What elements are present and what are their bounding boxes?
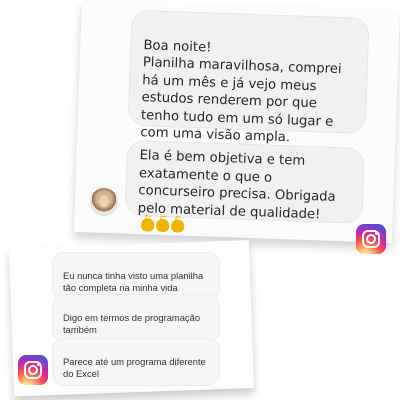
clapping-hands-emoji — [139, 217, 185, 236]
message-text: Digo em termos de programação também — [63, 312, 201, 335]
message-bubble: Ela é bem objetiva e tem exatamente o qu… — [124, 139, 366, 233]
message-bubble: Digo em termos de programação também — [52, 294, 220, 342]
message-text: Parece até um programa diferente do Exce… — [63, 356, 206, 379]
screenshot-card-top: Boa noite! Planilha maravilhosa, comprei… — [73, 0, 400, 243]
message-text: Ela é bem objetiva e tem exatamente o qu… — [137, 148, 336, 222]
message-text: Boa noite! Planilha maravilhosa, comprei… — [140, 37, 342, 146]
avatar — [90, 188, 118, 216]
message-text: Eu nunca tinha visto uma planilha tão co… — [63, 270, 204, 293]
message-bubble: Parece até um programa diferente do Exce… — [52, 338, 220, 386]
message-bubble: Boa noite! Planilha maravilhosa, comprei… — [127, 9, 370, 145]
instagram-icon — [356, 224, 386, 254]
message-bubble: Eu nunca tinha visto uma planilha tão co… — [52, 252, 220, 300]
instagram-icon — [18, 355, 48, 385]
